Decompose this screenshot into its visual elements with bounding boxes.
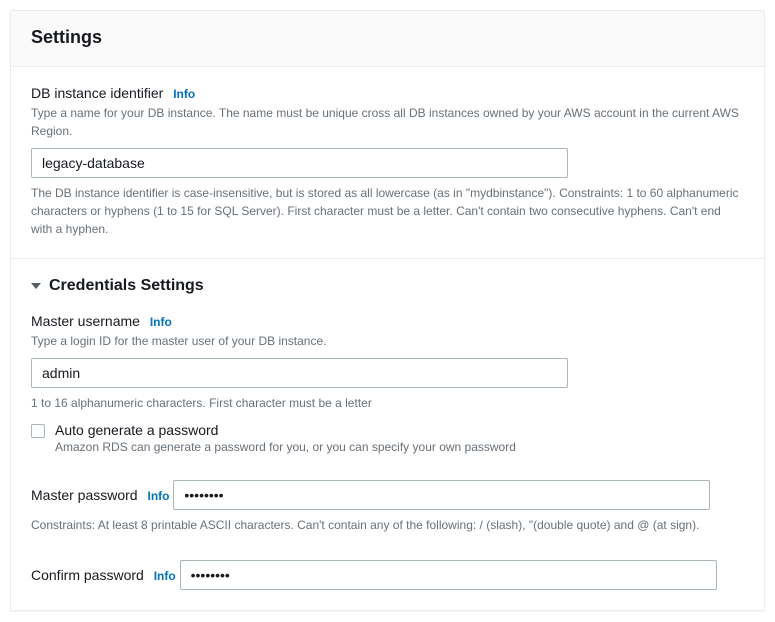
- master-password-input[interactable]: [173, 480, 710, 510]
- settings-panel: Settings DB instance identifier Info Typ…: [10, 10, 765, 611]
- auto-generate-row: Auto generate a password Amazon RDS can …: [31, 422, 744, 454]
- db-identifier-field-group: DB instance identifier Info Type a name …: [31, 85, 744, 238]
- master-password-label: Master password: [31, 487, 138, 503]
- db-identifier-info-link[interactable]: Info: [173, 87, 195, 101]
- master-username-field-group: Master username Info Type a login ID for…: [31, 313, 744, 454]
- db-identifier-label: DB instance identifier: [31, 85, 163, 101]
- credentials-section-title: Credentials Settings: [49, 277, 204, 295]
- master-password-constraint: Constraints: At least 8 printable ASCII …: [31, 516, 744, 534]
- master-username-info-link[interactable]: Info: [150, 315, 172, 329]
- db-identifier-section: DB instance identifier Info Type a name …: [11, 67, 764, 258]
- db-identifier-helper: Type a name for your DB instance. The na…: [31, 104, 744, 140]
- credentials-toggle[interactable]: Credentials Settings: [31, 277, 744, 295]
- confirm-password-input[interactable]: [180, 560, 717, 590]
- master-username-input[interactable]: [31, 358, 568, 388]
- panel-title: Settings: [31, 27, 744, 48]
- panel-header: Settings: [11, 11, 764, 67]
- master-password-field-group: Master password Info Constraints: At lea…: [31, 472, 744, 534]
- credentials-section: Credentials Settings Master username Inf…: [11, 258, 764, 610]
- db-identifier-constraint: The DB instance identifier is case-insen…: [31, 184, 744, 238]
- confirm-password-label: Confirm password: [31, 567, 144, 583]
- master-username-helper: Type a login ID for the master user of y…: [31, 332, 744, 350]
- master-username-label: Master username: [31, 313, 140, 329]
- chevron-down-icon: [31, 283, 41, 289]
- master-username-constraint: 1 to 16 alphanumeric characters. First c…: [31, 394, 744, 412]
- confirm-password-field-group: Confirm password Info: [31, 552, 744, 590]
- confirm-password-info-link[interactable]: Info: [154, 569, 176, 583]
- auto-generate-checkbox[interactable]: [31, 424, 45, 438]
- auto-generate-content: Auto generate a password Amazon RDS can …: [55, 422, 744, 454]
- db-identifier-input[interactable]: [31, 148, 568, 178]
- auto-generate-label[interactable]: Auto generate a password: [55, 422, 744, 438]
- master-password-info-link[interactable]: Info: [147, 489, 169, 503]
- auto-generate-description: Amazon RDS can generate a password for y…: [55, 440, 744, 454]
